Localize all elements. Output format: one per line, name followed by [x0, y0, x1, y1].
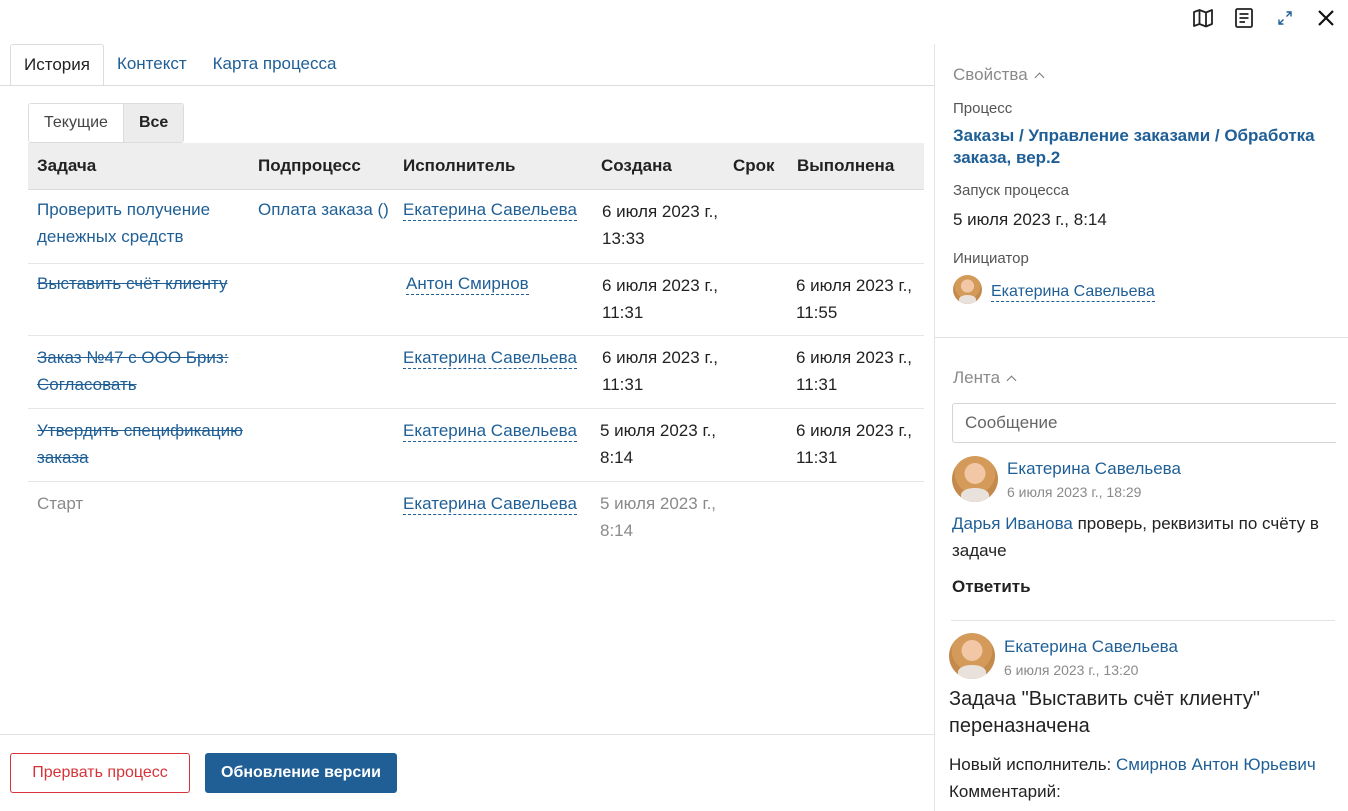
header-task[interactable]: Задача [37, 143, 96, 189]
executor-cell: Екатерина Савельева [403, 417, 577, 444]
executor-link[interactable]: Екатерина Савельева [403, 421, 577, 442]
table-row[interactable]: Выставить счёт клиенту Антон Смирнов 6 и… [28, 264, 924, 336]
table-row[interactable]: Старт Екатерина Савельева 5 июля 2023 г.… [28, 482, 924, 554]
feed-toggle[interactable]: Лента [953, 368, 1017, 388]
executor-cell: Антон Смирнов [406, 270, 529, 297]
feed-author[interactable]: Екатерина Савельева [1004, 637, 1178, 657]
close-icon[interactable] [1314, 6, 1338, 30]
avatar[interactable] [952, 456, 998, 502]
executor-link[interactable]: Антон Смирнов [406, 274, 529, 295]
created-cell: 5 июля 2023 г., 8:14 [600, 494, 717, 540]
expand-icon[interactable] [1273, 6, 1297, 30]
tab-history[interactable]: История [10, 44, 104, 86]
chevron-up-icon [1034, 72, 1045, 83]
abort-process-button[interactable]: Прервать процесс [10, 753, 190, 793]
process-link[interactable]: Заказы / Управление заказами / Обработка… [953, 125, 1333, 169]
new-executor-label: Новый исполнитель: [949, 755, 1116, 774]
initiator-link: Екатерина Савельева [991, 283, 1155, 302]
subprocess-link[interactable]: Оплата заказа () [258, 196, 393, 223]
header-done[interactable]: Выполнена [797, 143, 894, 189]
window-toolbar [1174, 6, 1338, 30]
task-link[interactable]: Выставить счёт клиенту [37, 270, 252, 297]
task-link[interactable]: Проверить получение денежных средств [37, 196, 247, 250]
done-cell: 6 июля 2023 г., 11:55 [796, 276, 913, 322]
feed-divider [951, 620, 1335, 621]
created-cell: 5 июля 2023 г., 8:14 [600, 421, 717, 467]
filter-all-button[interactable]: Все [122, 104, 184, 142]
filter-current-button[interactable]: Текущие [29, 104, 123, 142]
executor-cell: Екатерина Савельева [403, 196, 577, 223]
tasks-table: Задача Подпроцесс Исполнитель Создана Ср… [28, 143, 924, 554]
properties-toggle[interactable]: Свойства [953, 65, 1045, 85]
message-input[interactable] [952, 403, 1336, 443]
feed-time: 6 июля 2023 г., 13:20 [1004, 662, 1139, 678]
executor-cell: Екатерина Савельева [403, 344, 577, 371]
launch-value: 5 июля 2023 г., 8:14 [953, 210, 1107, 229]
avatar[interactable] [953, 275, 982, 304]
executor-link[interactable]: Екатерина Савельева [403, 348, 577, 369]
feed-time: 6 июля 2023 г., 18:29 [1007, 484, 1142, 500]
feed-message: Дарья Иванова проверь, реквизиты по счёт… [952, 510, 1342, 564]
initiator-name[interactable]: Екатерина Савельева [991, 283, 1155, 302]
header-created[interactable]: Создана [601, 143, 672, 189]
executor-link[interactable]: Екатерина Савельева [403, 200, 577, 221]
table-row[interactable]: Заказ №47 с ООО Бриз: Согласовать Екатер… [28, 336, 924, 409]
header-subprocess[interactable]: Подпроцесс [258, 143, 361, 189]
created-cell: 6 июля 2023 г., 11:31 [602, 348, 719, 394]
update-version-button[interactable]: Обновление версии [205, 753, 397, 793]
task-link[interactable]: Заказ №47 с ООО Бриз: Согласовать [37, 344, 252, 398]
reply-link[interactable]: Ответить [952, 573, 1031, 600]
comment-label: Комментарий: [949, 782, 1061, 801]
task-link[interactable]: Утвердить спецификацию заказа [37, 417, 267, 471]
tab-bar: История Контекст Карта процесса [10, 44, 349, 86]
feed-heading: Задача "Выставить счёт клиенту" переназн… [949, 688, 1260, 737]
mention-link[interactable]: Дарья Иванова [952, 514, 1073, 533]
new-executor-link[interactable]: Смирнов Антон Юрьевич [1116, 755, 1316, 774]
chevron-up-icon [1006, 375, 1017, 386]
map-icon[interactable] [1191, 6, 1215, 30]
header-deadline[interactable]: Срок [733, 143, 775, 189]
process-label: Процесс [953, 100, 1013, 117]
properties-title: Свойства [953, 65, 1028, 84]
table-header: Задача Подпроцесс Исполнитель Создана Ср… [28, 143, 924, 190]
launch-label: Запуск процесса [953, 182, 1070, 199]
executor-cell: Екатерина Савельева [403, 490, 577, 517]
feed-title: Лента [953, 368, 1001, 387]
section-divider [935, 337, 1348, 338]
task-filter: Текущие Все [28, 103, 185, 143]
done-cell: 6 июля 2023 г., 11:31 [796, 348, 913, 394]
header-executor[interactable]: Исполнитель [403, 143, 515, 189]
table-row[interactable]: Проверить получение денежных средств Опл… [28, 190, 924, 264]
executor-link[interactable]: Екатерина Савельева [403, 494, 577, 515]
feed-author[interactable]: Екатерина Савельева [1007, 459, 1181, 479]
task-label: Старт [37, 494, 84, 513]
new-executor-line: Новый исполнитель: Смирнов Антон Юрьевич [949, 751, 1348, 778]
footer-divider [0, 734, 934, 735]
tab-divider [0, 85, 934, 86]
tab-context[interactable]: Контекст [104, 44, 200, 86]
created-cell: 6 июля 2023 г., 13:33 [602, 202, 719, 248]
document-icon[interactable] [1232, 6, 1256, 30]
side-panel: Свойства Процесс Заказы / Управление зак… [934, 44, 1348, 811]
history-panel: История Контекст Карта процесса Текущие … [0, 44, 934, 811]
tab-process-map[interactable]: Карта процесса [200, 44, 350, 86]
initiator-label: Инициатор [953, 250, 1029, 267]
done-cell: 6 июля 2023 г., 11:31 [796, 421, 913, 467]
created-cell: 6 июля 2023 г., 11:31 [602, 276, 719, 322]
table-row[interactable]: Утвердить спецификацию заказа Екатерина … [28, 409, 924, 482]
avatar[interactable] [949, 633, 995, 679]
